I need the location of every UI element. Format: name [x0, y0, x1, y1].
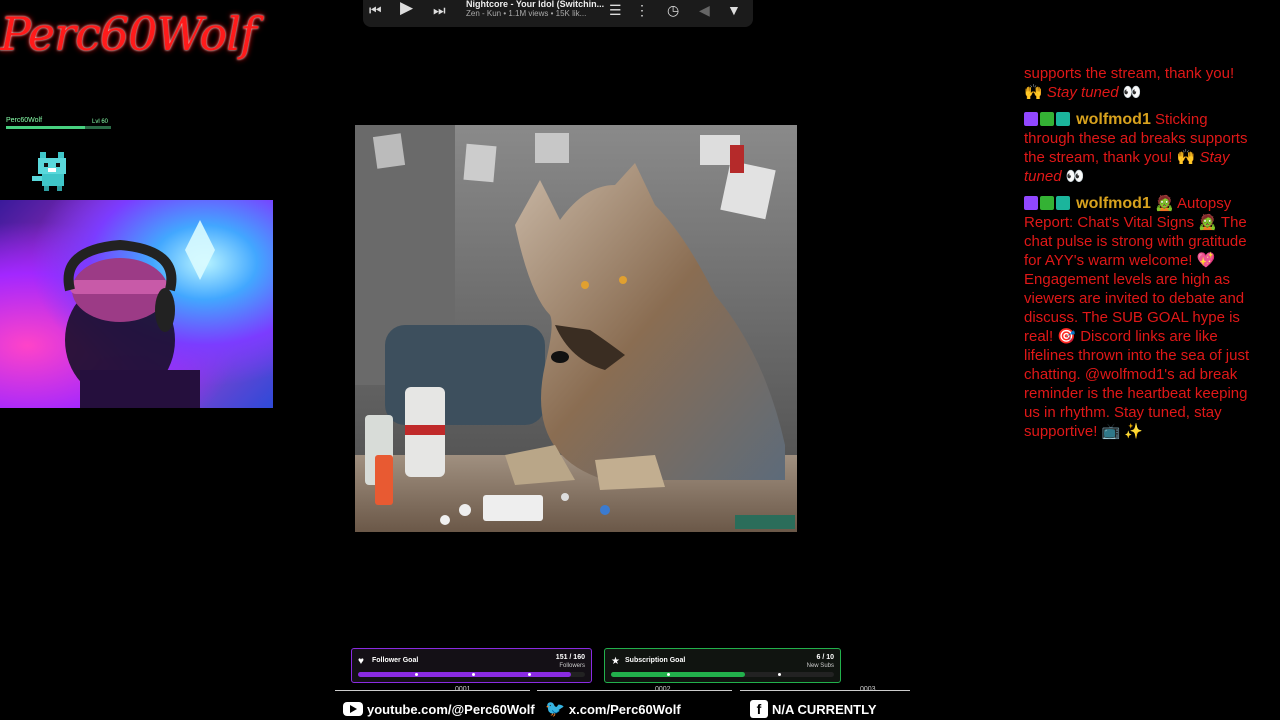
follower-goal-fill: [358, 672, 572, 677]
raised-hands-icon: 🙌: [1176, 149, 1196, 166]
goal-marker: [471, 673, 475, 676]
play-icon[interactable]: ▶: [400, 0, 413, 16]
chat-message: wolfmod1 🧟 Autopsy Report: Chat's Vital …: [1024, 194, 1254, 441]
x-link[interactable]: x.com/Perc60Wolf: [569, 702, 681, 717]
subscription-goal: ★ Subscription Goal 6 / 10 New Subs: [604, 648, 841, 683]
youtube-link[interactable]: youtube.com/@Perc60Wolf: [367, 702, 535, 717]
goal-marker: [666, 673, 670, 676]
volume-icon[interactable]: ◀: [699, 2, 710, 18]
social-index: 0002: [655, 686, 671, 693]
star-icon: ★: [611, 656, 620, 667]
sub-goal-label: Subscription Goal: [625, 657, 686, 664]
webcam-feed: [0, 200, 273, 408]
goal-marker: [414, 673, 418, 676]
chat-username[interactable]: wolfmod1: [1076, 195, 1151, 212]
moderator-badge-icon: [1040, 112, 1054, 126]
sub-goal-count: 6 / 10: [816, 654, 834, 661]
more-options-icon[interactable]: ⋮: [635, 2, 649, 18]
facebook-icon: f: [750, 700, 768, 718]
social-youtube[interactable]: youtube.com/@Perc60Wolf: [343, 698, 535, 720]
youtube-icon: [343, 702, 363, 716]
eyes-icon: 👀: [1065, 168, 1085, 185]
social-x[interactable]: 🐦 x.com/Perc60Wolf: [545, 698, 681, 720]
sub-goal-fill: [611, 672, 745, 677]
chevron-down-icon[interactable]: ▼: [727, 2, 741, 18]
bot-badge-icon: [1056, 112, 1070, 126]
twitch-badge-icon: [1024, 196, 1038, 210]
social-frame: [740, 690, 910, 693]
previous-track-icon[interactable]: ⏮: [369, 2, 382, 18]
chat-message-text: 🧟 Autopsy Report: Chat's Vital Signs 🧟 T…: [1024, 195, 1250, 440]
goal-marker: [778, 673, 782, 676]
twitch-badge-icon: [1024, 112, 1038, 126]
social-index: 0003: [860, 686, 876, 693]
chat-message: wolfmod1 Sticking through these ad break…: [1024, 110, 1254, 186]
mini-username: Perc60Wolf: [6, 117, 43, 124]
channel-logo: Perc60Wolf: [0, 7, 257, 61]
raised-hands-icon: 🙌: [1024, 84, 1043, 101]
wolf-sprite-icon: [32, 152, 66, 191]
social-frame: [537, 690, 732, 693]
chat-panel: supports the stream, thank you! 🙌 Stay t…: [1024, 64, 1254, 449]
moderator-badge-icon: [1040, 196, 1054, 210]
follower-goal-label: Follower Goal: [372, 657, 419, 664]
heart-icon: ♥: [358, 656, 364, 667]
timer-icon[interactable]: ◷: [667, 2, 679, 18]
chat-message-text: supports the stream, thank you!: [1024, 65, 1235, 82]
music-player-bar: ⏮ ▶ ⏭ Nightcore - Your Idol (Switchin...…: [363, 0, 753, 27]
bot-badge-icon: [1056, 196, 1070, 210]
chat-username[interactable]: wolfmod1: [1076, 111, 1151, 128]
track-meta: Zen - Kun • 1.1M views • 15K lik...: [466, 9, 587, 18]
follower-goal-unit: Followers: [559, 663, 585, 669]
follower-goal: ♥ Follower Goal 151 / 160 Followers: [351, 648, 592, 683]
social-facebook[interactable]: f N/A CURRENTLY: [750, 698, 877, 720]
track-title: Nightcore - Your Idol (Switchin...: [466, 0, 605, 9]
queue-icon[interactable]: ☰: [609, 2, 622, 18]
chat-message-italic: Stay tuned: [1046, 84, 1119, 101]
eyes-icon: 👀: [1122, 84, 1142, 101]
sub-goal-track: [611, 672, 834, 677]
chat-message: supports the stream, thank you! 🙌 Stay t…: [1024, 64, 1254, 102]
social-frame: [335, 690, 530, 693]
follower-goal-count: 151 / 160: [555, 654, 585, 661]
next-track-icon[interactable]: ⏭: [433, 2, 446, 18]
social-index: 0001: [455, 686, 471, 693]
follower-goal-track: [358, 672, 585, 677]
wolf-artwork: [355, 125, 797, 532]
mini-xp-bar: [6, 126, 111, 129]
facebook-link[interactable]: N/A CURRENTLY: [772, 702, 877, 717]
bird-icon: 🐦: [545, 701, 565, 718]
mini-level: Lvl 60: [92, 119, 109, 125]
sub-goal-unit: New Subs: [806, 663, 834, 669]
webcam-figure: [63, 220, 215, 408]
